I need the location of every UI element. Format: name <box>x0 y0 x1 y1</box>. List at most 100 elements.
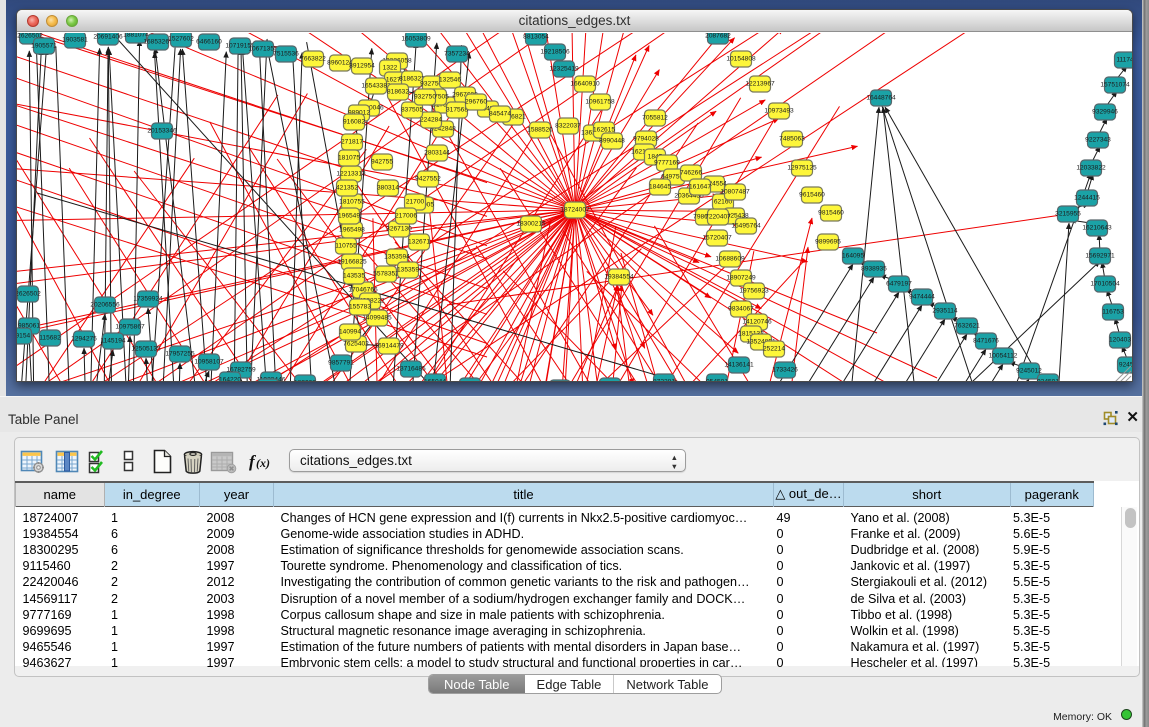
svg-text:1527602: 1527602 <box>168 36 194 43</box>
svg-text:15692971: 15692971 <box>1085 253 1115 260</box>
svg-text:9857791: 9857791 <box>328 360 354 367</box>
svg-text:5578352: 5578352 <box>373 271 399 278</box>
svg-text:10975867: 10975867 <box>115 324 145 331</box>
svg-text:9427552: 9427552 <box>415 176 441 183</box>
svg-text:9227343: 9227343 <box>1085 137 1111 144</box>
svg-text:8938935: 8938935 <box>861 266 887 273</box>
svg-text:135359: 135359 <box>397 267 419 274</box>
svg-text:746266: 746266 <box>680 170 702 177</box>
svg-text:161647: 161647 <box>689 184 711 191</box>
svg-text:8912954: 8912954 <box>349 63 375 70</box>
svg-text:224284: 224284 <box>420 117 442 124</box>
svg-text:10054112: 10054112 <box>989 353 1018 360</box>
svg-text:2087682: 2087682 <box>705 33 731 40</box>
svg-text:16640910: 16640910 <box>570 81 600 88</box>
svg-text:184645: 184645 <box>649 184 671 191</box>
svg-text:217006: 217006 <box>395 213 417 220</box>
svg-text:7515536: 7515536 <box>273 51 299 58</box>
svg-text:20206556: 20206556 <box>90 302 120 309</box>
svg-text:12975125: 12975125 <box>787 165 817 172</box>
svg-text:7663822: 7663822 <box>300 56 326 63</box>
svg-text:196549: 196549 <box>338 213 360 220</box>
svg-text:1810755: 1810755 <box>339 199 365 206</box>
svg-text:8471676: 8471676 <box>973 338 999 345</box>
svg-text:932750: 932750 <box>414 94 436 101</box>
svg-text:1965498: 1965498 <box>339 227 365 234</box>
svg-text:954501: 954501 <box>706 379 728 383</box>
svg-text:2803144: 2803144 <box>424 150 450 157</box>
svg-text:17010504: 17010504 <box>1090 281 1120 288</box>
svg-text:872281: 872281 <box>653 379 675 383</box>
svg-text:1145194: 1145194 <box>100 338 126 345</box>
svg-text:15495764: 15495764 <box>731 223 761 230</box>
svg-text:20153346: 20153346 <box>147 128 177 135</box>
svg-text:1733426: 1733426 <box>772 367 798 374</box>
svg-text:17957255: 17957255 <box>165 351 195 358</box>
svg-text:19756923: 19756923 <box>739 288 769 295</box>
svg-text:10961758: 10961758 <box>585 99 615 106</box>
svg-text:6466160: 6466160 <box>196 39 222 46</box>
svg-text:132546: 132546 <box>439 77 461 84</box>
svg-text:6479197: 6479197 <box>886 281 912 288</box>
svg-text:132671: 132671 <box>408 239 430 246</box>
svg-text:380314: 380314 <box>377 185 399 192</box>
svg-text:16053809: 16053809 <box>401 36 431 43</box>
svg-text:10154808: 10154808 <box>726 56 756 63</box>
svg-text:181075: 181075 <box>338 155 360 162</box>
svg-text:110755: 110755 <box>335 243 357 250</box>
svg-text:3215955: 3215955 <box>1055 211 1081 218</box>
svg-text:116753: 116753 <box>1102 309 1124 316</box>
svg-text:1322: 1322 <box>383 65 398 72</box>
svg-text:164220: 164220 <box>219 377 241 383</box>
svg-text:21700: 21700 <box>406 199 425 206</box>
svg-text:7625402: 7625402 <box>343 341 369 348</box>
svg-text:2935114: 2935114 <box>932 308 958 315</box>
svg-text:19166825: 19166825 <box>337 259 367 266</box>
svg-text:19218506: 19218506 <box>540 49 570 56</box>
svg-text:421352: 421352 <box>336 185 358 192</box>
svg-text:164095: 164095 <box>842 253 864 260</box>
svg-text:10958107: 10958107 <box>194 359 224 366</box>
svg-text:818632: 818632 <box>387 89 409 96</box>
svg-text:155783: 155783 <box>349 304 371 311</box>
svg-text:14120746: 14120746 <box>742 319 772 326</box>
svg-text:10807487: 10807487 <box>720 189 750 196</box>
svg-text:10973493: 10973493 <box>764 108 794 115</box>
svg-text:11174: 11174 <box>1116 57 1132 64</box>
svg-text:7055812: 7055812 <box>642 115 668 122</box>
svg-text:(x): (x) <box>256 456 270 470</box>
svg-text:39154: 39154 <box>17 333 30 340</box>
svg-text:3267130: 3267130 <box>386 226 412 233</box>
svg-text:317568: 317568 <box>446 107 468 114</box>
svg-text:1588520: 1588520 <box>527 127 553 134</box>
svg-text:18907249: 18907249 <box>726 275 756 282</box>
svg-text:271817: 271817 <box>341 139 363 146</box>
svg-text:1903581: 1903581 <box>62 37 88 44</box>
svg-text:9815460: 9815460 <box>818 210 844 217</box>
svg-text:165044: 165044 <box>424 379 446 383</box>
svg-text:183002: 183002 <box>294 380 316 383</box>
svg-text:16210643: 16210643 <box>1082 225 1112 232</box>
svg-text:12325419: 12325419 <box>549 66 579 73</box>
svg-text:15720407: 15720407 <box>702 235 732 242</box>
svg-text:18724007: 18724007 <box>560 207 590 214</box>
svg-text:19384554: 19384554 <box>604 274 634 281</box>
svg-text:16914479: 16914479 <box>374 343 404 350</box>
svg-text:7632621: 7632621 <box>954 323 980 330</box>
svg-text:9329946: 9329946 <box>1092 109 1118 116</box>
svg-text:9899695: 9899695 <box>815 239 841 246</box>
svg-text:16448764: 16448764 <box>866 95 896 102</box>
svg-text:9794028: 9794028 <box>633 136 659 143</box>
svg-text:13716485: 13716485 <box>396 366 426 373</box>
svg-text:8990448: 8990448 <box>599 138 625 145</box>
svg-text:9777169: 9777169 <box>654 160 680 167</box>
svg-text:120403: 120403 <box>1109 337 1131 344</box>
svg-text:942755: 942755 <box>371 159 393 166</box>
svg-text:2626502: 2626502 <box>17 291 41 298</box>
svg-text:9245012: 9245012 <box>1016 368 1042 375</box>
svg-text:9615460: 9615460 <box>799 192 825 199</box>
svg-text:8813054: 8813054 <box>523 34 549 41</box>
svg-text:12033822: 12033822 <box>1076 165 1106 172</box>
svg-text:9474444: 9474444 <box>909 294 935 301</box>
svg-text:12505135: 12505135 <box>131 346 161 353</box>
